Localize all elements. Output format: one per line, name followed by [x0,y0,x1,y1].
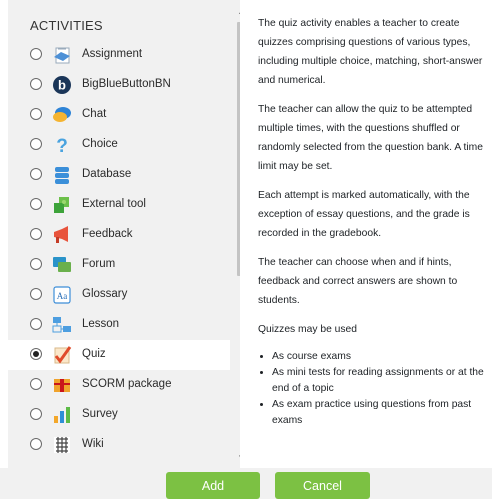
module-label: Choice [82,138,118,150]
radio-wiki[interactable] [30,438,42,450]
database-icon [51,164,73,186]
add-button[interactable]: Add [166,472,260,499]
module-feedback[interactable]: Feedback [8,220,230,250]
module-label: Chat [82,108,107,120]
module-survey[interactable]: Survey [8,400,230,430]
module-label: Assignment [82,48,143,60]
module-description: The quiz activity enables a teacher to c… [250,14,486,464]
module-forum[interactable]: Forum [8,250,230,280]
forum-icon [51,254,73,276]
module-label: Database [82,168,132,180]
survey-icon [51,404,73,426]
chat-icon [51,104,73,126]
svg-text:?: ? [56,136,68,156]
module-database[interactable]: Database [8,160,230,190]
list-item: As exam practice using questions from pa… [272,397,486,429]
module-list: Assignment b BigBlueButtonBN Chat ? Choi… [8,40,230,460]
description-paragraph: The teacher can choose when and if hints… [258,257,458,306]
module-wiki[interactable]: Wiki [8,430,230,460]
description-paragraph: The teacher can allow the quiz to be att… [258,104,483,172]
module-glossary[interactable]: Aa Glossary [8,280,230,310]
module-scorm[interactable]: SCORM package [8,370,230,400]
scroll-up-arrow-icon[interactable]: ▲ [235,6,240,18]
activity-list-scrollbar[interactable]: ▲ ▼ [235,4,240,464]
activities-heading: ACTIVITIES [30,18,103,33]
radio-database[interactable] [30,168,42,180]
list-item: As mini tests for reading assignments or… [272,365,486,397]
module-label: Glossary [82,288,128,300]
module-label: External tool [82,198,146,210]
radio-chat[interactable] [30,108,42,120]
activity-chooser-list: ACTIVITIES Assignment b BigBlueButtonBN … [8,0,240,468]
description-paragraph: Each attempt is marked automatically, wi… [258,190,470,239]
module-lesson[interactable]: Lesson [8,310,230,340]
quiz-icon [51,344,73,366]
module-assignment[interactable]: Assignment [8,40,230,70]
module-bigbluebutton[interactable]: b BigBlueButtonBN [8,70,230,100]
radio-lesson[interactable] [30,318,42,330]
svg-text:b: b [58,78,66,93]
radio-quiz[interactable] [30,348,42,360]
radio-assignment[interactable] [30,48,42,60]
module-chat[interactable]: Chat [8,100,230,130]
list-item: As course exams [272,349,486,365]
radio-glossary[interactable] [30,288,42,300]
assignment-icon [51,44,73,66]
choice-icon: ? [51,134,73,157]
radio-survey[interactable] [30,408,42,420]
cancel-button[interactable]: Cancel [275,472,370,499]
module-label: Wiki [82,438,104,450]
svg-text:Aa: Aa [57,291,68,301]
description-paragraph: Quizzes may be used [258,324,358,335]
module-label: Lesson [82,318,120,330]
module-label: Quiz [82,348,106,360]
external-tool-icon [51,194,73,216]
description-paragraph: The quiz activity enables a teacher to c… [258,18,483,86]
bigbluebutton-icon: b [51,74,73,96]
radio-choice[interactable] [30,138,42,150]
module-external-tool[interactable]: External tool [8,190,230,220]
module-choice[interactable]: ? Choice [8,130,230,160]
module-label: Survey [82,408,118,420]
module-label: Feedback [82,228,133,240]
scorm-icon [51,374,73,396]
scroll-down-arrow-icon[interactable]: ▼ [235,452,240,464]
radio-forum[interactable] [30,258,42,270]
module-quiz[interactable]: Quiz [8,340,230,370]
wiki-icon [51,434,73,456]
module-label: BigBlueButtonBN [82,78,171,90]
module-label: SCORM package [82,378,172,390]
radio-scorm[interactable] [30,378,42,390]
scroll-thumb[interactable] [237,22,240,276]
radio-bigbluebutton[interactable] [30,78,42,90]
uses-list: As course exams As mini tests for readin… [250,349,486,429]
lesson-icon [51,314,73,336]
feedback-icon [51,224,73,246]
radio-external-tool[interactable] [30,198,42,210]
glossary-icon: Aa [51,284,73,306]
module-label: Forum [82,258,116,270]
radio-feedback[interactable] [30,228,42,240]
